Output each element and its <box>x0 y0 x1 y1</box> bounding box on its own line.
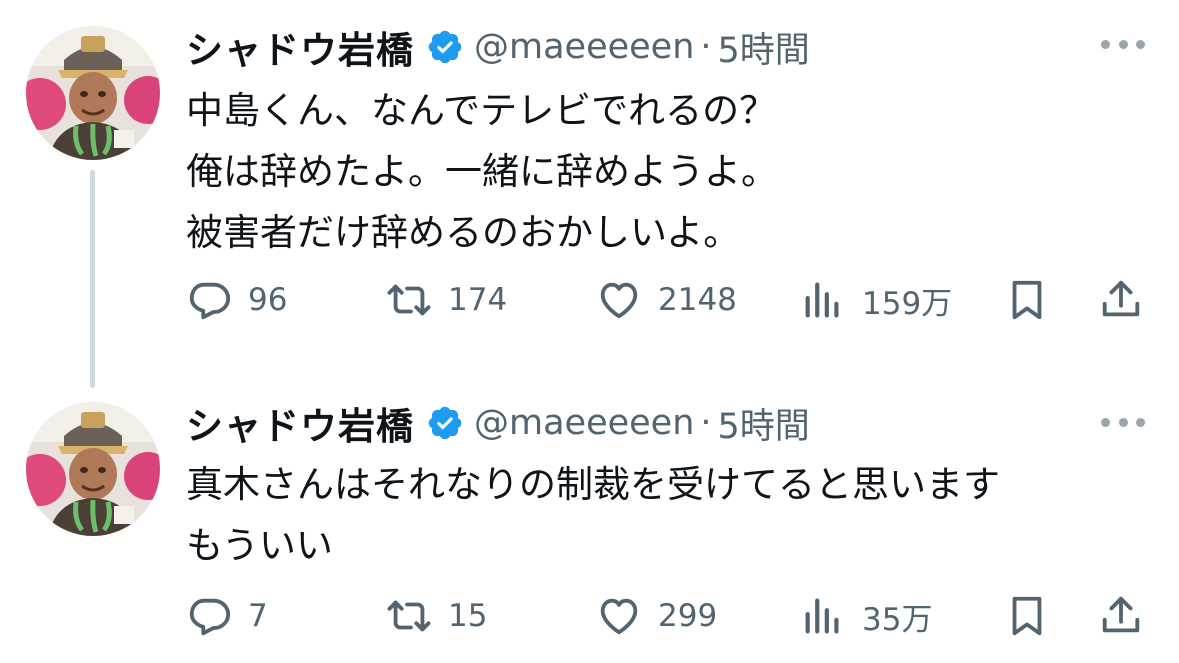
share-button[interactable] <box>1098 590 1144 642</box>
like-count: 299 <box>658 598 718 634</box>
avatar-image <box>26 402 160 536</box>
author-handle[interactable]: @maeeeeen <box>474 403 694 443</box>
author-display-name[interactable]: シャドウ岩橋 <box>186 396 414 450</box>
avatar[interactable] <box>26 402 160 536</box>
reply-button[interactable]: 96 <box>186 274 287 326</box>
reply-icon <box>189 282 231 320</box>
views-count: 35万 <box>862 601 933 638</box>
bookmark-button[interactable] <box>1004 274 1050 326</box>
tweet-text-line: もういい <box>186 524 333 567</box>
bookmark-icon <box>1012 596 1042 636</box>
author-display-name[interactable]: シャドウ岩橋 <box>186 20 414 74</box>
like-count: 2148 <box>658 282 737 318</box>
like-icon <box>600 282 638 319</box>
tweet-timestamp[interactable]: 5時間 <box>718 22 810 73</box>
like-button[interactable]: 299 <box>596 590 717 642</box>
bookmark-button[interactable] <box>1004 590 1050 642</box>
tweet-actions: 96 174 2148 159万 <box>186 274 1146 326</box>
repost-icon <box>387 600 431 632</box>
views-icon <box>805 282 839 318</box>
verified-badge-icon <box>426 28 464 66</box>
share-button[interactable] <box>1098 274 1144 326</box>
repost-count: 174 <box>448 282 508 318</box>
tweet-text: 真木さんはそれなりの制裁を受けてると思います もういい <box>186 454 1146 576</box>
like-icon <box>600 598 638 635</box>
author-handle[interactable]: @maeeeeen <box>474 27 694 67</box>
avatar[interactable] <box>26 26 160 160</box>
repost-count: 15 <box>448 598 488 634</box>
like-button[interactable]: 2148 <box>596 274 737 326</box>
tweet-thread: シャドウ岩橋 @maeeeeen · 5時間 中島くん、なんでテレビでれるの？ … <box>0 0 1179 663</box>
tweet[interactable]: シャドウ岩橋 @maeeeeen · 5時間 真木さんはそれなりの制裁を受けてる… <box>0 390 1179 663</box>
header-separator: · <box>700 403 712 443</box>
header-separator: · <box>700 27 712 67</box>
repost-icon <box>387 284 431 316</box>
more-options-icon[interactable] <box>1101 412 1145 432</box>
repost-button[interactable]: 174 <box>386 274 507 326</box>
tweet-header: シャドウ岩橋 @maeeeeen · 5時間 <box>186 398 810 448</box>
tweet-header: シャドウ岩橋 @maeeeeen · 5時間 <box>186 22 810 72</box>
views-icon <box>805 598 839 634</box>
tweet-text: 中島くん、なんでテレビでれるの？ 俺は辞めたよ。一緒に辞めようよ。 被害者だけ辞… <box>186 80 1146 263</box>
tweet-text-line: 中島くん、なんでテレビでれるの？ <box>186 89 777 132</box>
tweet-text-line: 俺は辞めたよ。一緒に辞めようよ。 <box>186 150 778 193</box>
share-icon <box>1102 280 1140 317</box>
repost-button[interactable]: 15 <box>386 590 487 642</box>
views-button[interactable]: 35万 <box>800 590 932 642</box>
more-options-icon[interactable] <box>1101 34 1145 54</box>
views-button[interactable]: 159万 <box>800 274 952 326</box>
avatar-image <box>26 26 160 160</box>
views-count: 159万 <box>862 285 953 322</box>
reply-count: 96 <box>248 282 288 318</box>
reply-button[interactable]: 7 <box>186 590 268 642</box>
bookmark-icon <box>1012 280 1042 320</box>
reply-icon <box>189 598 231 636</box>
tweet-actions: 7 15 299 35万 <box>186 590 1146 642</box>
share-icon <box>1102 596 1140 633</box>
reply-count: 7 <box>248 598 268 634</box>
tweet-text-line: 被害者だけ辞めるのおかしいよ。 <box>186 211 741 254</box>
tweet-text-line: 真木さんはそれなりの制裁を受けてると思います <box>186 463 1000 506</box>
tweet-timestamp[interactable]: 5時間 <box>718 398 810 449</box>
tweet[interactable]: シャドウ岩橋 @maeeeeen · 5時間 中島くん、なんでテレビでれるの？ … <box>0 0 1179 390</box>
verified-badge-icon <box>426 404 464 442</box>
